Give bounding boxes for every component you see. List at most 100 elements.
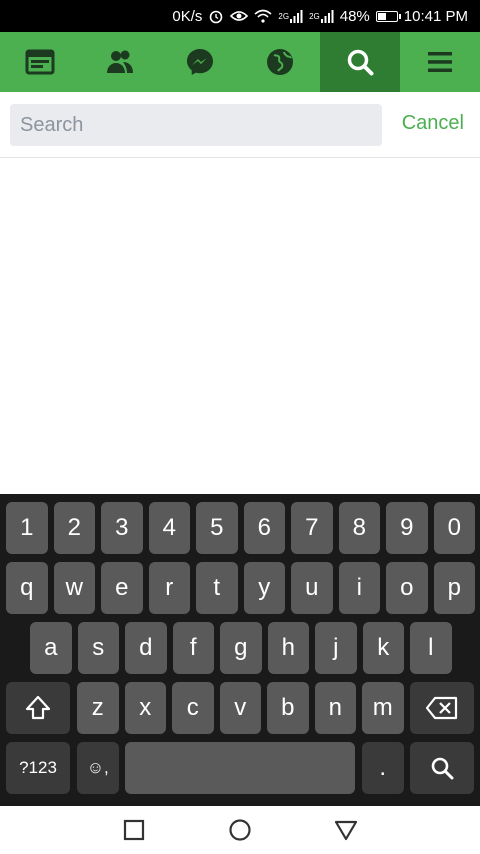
globe-notifications-icon <box>267 49 293 75</box>
wifi-icon <box>254 9 272 23</box>
key-i-label: i <box>356 574 362 601</box>
recent-apps-icon[interactable] <box>121 817 147 843</box>
key-8-label: 8 <box>352 514 366 541</box>
key-t[interactable]: t <box>196 562 238 614</box>
keyboard: 1 2 3 4 5 6 7 8 9 0 q w e r t y u i o p a s d f g h j k l z x c v b n m ?123… <box>0 494 480 806</box>
search-icon <box>347 49 374 76</box>
key-w[interactable]: w <box>53 562 95 614</box>
key-d-label: d <box>139 634 153 661</box>
clock: 10:41 PM <box>403 7 468 25</box>
key-2[interactable]: 2 <box>53 502 95 554</box>
key-t-label: t <box>213 574 221 601</box>
messenger-icon <box>187 49 213 75</box>
key-r[interactable]: r <box>148 562 190 614</box>
key-j-label: j <box>333 634 339 661</box>
back-icon[interactable] <box>333 817 359 843</box>
cancel-button[interactable]: Cancel <box>402 112 464 135</box>
key-l-label: l <box>428 634 434 661</box>
key-4-label: 4 <box>162 514 176 541</box>
key-6[interactable]: 6 <box>243 502 285 554</box>
key-z[interactable]: z <box>77 682 119 734</box>
key-2-label: 2 <box>67 514 81 541</box>
key-n-label: n <box>328 694 342 721</box>
key-f-label: f <box>189 634 197 661</box>
key-u[interactable]: u <box>291 562 333 614</box>
key-o-label: o <box>400 574 414 601</box>
key-v[interactable]: v <box>219 682 261 734</box>
tab-menu[interactable] <box>400 32 480 92</box>
key-8[interactable]: 8 <box>338 502 380 554</box>
emoji-comma-key[interactable]: ☺, <box>77 742 119 794</box>
key-b[interactable]: b <box>267 682 309 734</box>
tab-friends[interactable] <box>80 32 160 92</box>
key-q-label: q <box>20 574 34 601</box>
key-l[interactable]: l <box>410 622 452 674</box>
search-box[interactable] <box>10 104 382 146</box>
news-feed-icon <box>25 49 55 75</box>
key-4[interactable]: 4 <box>148 502 190 554</box>
key-z-label: z <box>91 694 104 721</box>
key-k[interactable]: k <box>362 622 404 674</box>
battery-icon <box>375 10 401 22</box>
home-icon[interactable] <box>227 817 253 843</box>
key-s-label: s <box>92 634 105 661</box>
key-9[interactable]: 9 <box>386 502 428 554</box>
key-0[interactable]: 0 <box>433 502 475 554</box>
space-key[interactable] <box>125 742 355 794</box>
key-x-label: x <box>139 694 152 721</box>
key-e-label: e <box>115 574 129 601</box>
key-r-label: r <box>165 574 174 601</box>
tab-messenger[interactable] <box>160 32 240 92</box>
tab-search[interactable] <box>320 32 400 92</box>
key-e[interactable]: e <box>101 562 143 614</box>
key-g[interactable]: g <box>220 622 262 674</box>
status-bar: 0K/s 2G 2G 48% 10:41 PM <box>0 0 480 32</box>
period-key-label: . <box>379 754 387 781</box>
search-icon <box>431 757 454 780</box>
key-i[interactable]: i <box>338 562 380 614</box>
key-d[interactable]: d <box>125 622 167 674</box>
period-key[interactable]: . <box>362 742 404 794</box>
key-p-label: p <box>447 574 461 601</box>
shift-key[interactable] <box>6 682 70 734</box>
alarm-icon <box>208 8 224 24</box>
backspace-key[interactable] <box>410 682 474 734</box>
symbols-key[interactable]: ?123 <box>6 742 70 794</box>
search-results-area <box>0 158 480 494</box>
friends-icon <box>107 50 133 73</box>
key-1[interactable]: 1 <box>6 502 48 554</box>
key-m[interactable]: m <box>362 682 404 734</box>
app-nav-bar <box>0 32 480 92</box>
key-y[interactable]: y <box>243 562 285 614</box>
key-5[interactable]: 5 <box>196 502 238 554</box>
tab-news-feed[interactable] <box>0 32 80 92</box>
key-7[interactable]: 7 <box>291 502 333 554</box>
emoji-comma-key-label: ☺, <box>86 758 109 777</box>
system-nav-bar <box>0 806 480 854</box>
key-f[interactable]: f <box>172 622 214 674</box>
key-h[interactable]: h <box>267 622 309 674</box>
key-s[interactable]: s <box>77 622 119 674</box>
key-n[interactable]: n <box>314 682 356 734</box>
search-input[interactable] <box>20 113 382 137</box>
key-u-label: u <box>305 574 319 601</box>
key-k-label: k <box>377 634 390 661</box>
key-x[interactable]: x <box>124 682 166 734</box>
key-o[interactable]: o <box>386 562 428 614</box>
key-j[interactable]: j <box>315 622 357 674</box>
key-p[interactable]: p <box>433 562 475 614</box>
key-5-label: 5 <box>210 514 224 541</box>
tab-notifications[interactable] <box>240 32 320 92</box>
key-b-label: b <box>281 694 295 721</box>
network-speed: 0K/s <box>172 7 203 25</box>
backspace-icon <box>425 696 458 720</box>
search-header: Cancel <box>0 92 480 158</box>
key-a[interactable]: a <box>30 622 72 674</box>
key-m-label: m <box>372 694 393 721</box>
key-c[interactable]: c <box>172 682 214 734</box>
key-6-label: 6 <box>257 514 271 541</box>
key-q[interactable]: q <box>6 562 48 614</box>
key-3[interactable]: 3 <box>101 502 143 554</box>
key-c-label: c <box>186 694 199 721</box>
search-key[interactable] <box>410 742 474 794</box>
